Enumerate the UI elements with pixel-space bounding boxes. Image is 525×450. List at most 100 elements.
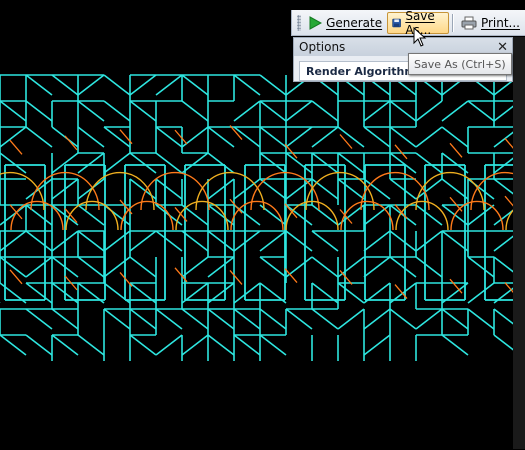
pattern-line	[119, 272, 133, 287]
pattern-line	[311, 256, 339, 278]
pattern-line	[259, 334, 287, 356]
pattern-line	[51, 308, 79, 330]
pattern-line	[25, 126, 53, 148]
pattern-line	[207, 256, 235, 278]
pattern-line	[389, 178, 417, 200]
floppy-disk-icon	[392, 18, 401, 27]
pattern-line	[259, 126, 287, 148]
pattern-line	[415, 256, 443, 278]
pattern-line	[311, 100, 339, 122]
pattern-line	[415, 308, 443, 330]
pattern-line	[25, 334, 53, 356]
toolbar-grip[interactable]	[297, 14, 302, 31]
generate-label: Generate	[326, 15, 383, 30]
pattern-line	[25, 204, 53, 226]
pattern-line	[207, 308, 235, 330]
pattern-line	[155, 178, 183, 200]
pattern-line	[415, 178, 443, 200]
pattern-line	[155, 230, 183, 252]
pattern-line	[103, 308, 131, 330]
pattern-line	[64, 135, 78, 151]
pattern-line	[207, 178, 235, 200]
pattern-line	[285, 230, 313, 252]
pattern-line	[363, 204, 391, 226]
close-icon[interactable]: ✕	[497, 41, 508, 54]
render-algorithm-title: Render Algorithm	[306, 64, 416, 78]
pattern-line	[0, 152, 27, 174]
pattern-line	[155, 126, 183, 148]
generate-button[interactable]: Generate	[303, 12, 387, 34]
pattern-line	[337, 308, 365, 330]
pattern-line	[0, 334, 27, 356]
pattern-line	[77, 334, 105, 356]
pattern-line	[77, 256, 105, 278]
pattern-line	[77, 152, 105, 174]
pattern-line	[311, 152, 339, 174]
pattern-line	[0, 100, 27, 122]
pattern-line	[129, 230, 157, 252]
pattern-line	[363, 100, 391, 122]
pattern-line	[467, 204, 495, 226]
pattern-line	[467, 100, 495, 122]
pattern-line	[389, 256, 417, 278]
pattern-line	[129, 152, 157, 174]
pattern-line	[259, 152, 287, 174]
scrollbar-strip[interactable]	[513, 37, 525, 449]
toolbar: Generate Save As... Print...	[291, 9, 525, 37]
pattern-line	[77, 126, 105, 148]
pattern-line	[415, 126, 443, 148]
pattern-line	[103, 74, 131, 96]
pattern-line	[155, 308, 183, 330]
pattern-line	[394, 144, 408, 160]
pattern-line	[155, 74, 183, 96]
pattern-line	[129, 74, 157, 96]
pattern-line	[233, 230, 261, 252]
pattern-line	[415, 230, 443, 252]
pattern-line	[337, 152, 365, 174]
pattern-line	[51, 126, 79, 148]
pattern-line	[51, 334, 79, 356]
pattern-line	[449, 278, 463, 294]
pattern-line	[389, 308, 417, 330]
pattern-line	[207, 126, 235, 148]
pattern-line	[129, 100, 157, 122]
print-button[interactable]: Print...	[456, 12, 525, 34]
pattern-line	[467, 308, 495, 330]
pattern-line	[259, 230, 287, 252]
pattern-line	[9, 139, 23, 155]
pattern-line	[77, 230, 105, 252]
pattern-line	[259, 308, 287, 330]
pattern-line	[207, 334, 235, 356]
print-label: Print...	[480, 15, 520, 30]
pattern-line	[25, 100, 53, 122]
pattern-line	[363, 126, 391, 148]
pattern-line	[389, 152, 417, 174]
pattern-line	[337, 178, 365, 200]
pattern-line	[363, 334, 391, 356]
pattern-line	[311, 308, 339, 330]
pattern-line	[181, 74, 209, 96]
pattern-line	[233, 334, 261, 356]
pattern-line	[337, 256, 365, 278]
pattern-line	[77, 100, 105, 122]
pattern-line	[233, 100, 261, 122]
pattern-line	[311, 126, 339, 148]
pattern-line	[259, 100, 287, 122]
pattern-line	[129, 308, 157, 330]
pattern-line	[51, 74, 79, 96]
pattern-line	[233, 308, 261, 330]
pattern-line	[467, 256, 495, 278]
pattern-line	[155, 334, 183, 356]
pattern-line	[207, 230, 235, 252]
pattern-line	[389, 230, 417, 252]
pattern-line	[181, 308, 209, 330]
pattern-line	[181, 100, 209, 122]
pattern-line	[207, 152, 235, 174]
pattern-line	[285, 126, 313, 148]
pattern-line	[415, 152, 443, 174]
play-icon	[309, 15, 323, 30]
pattern-line	[363, 230, 391, 252]
pattern-line	[129, 334, 157, 356]
pattern-line	[441, 308, 469, 330]
pattern-line	[389, 204, 417, 226]
